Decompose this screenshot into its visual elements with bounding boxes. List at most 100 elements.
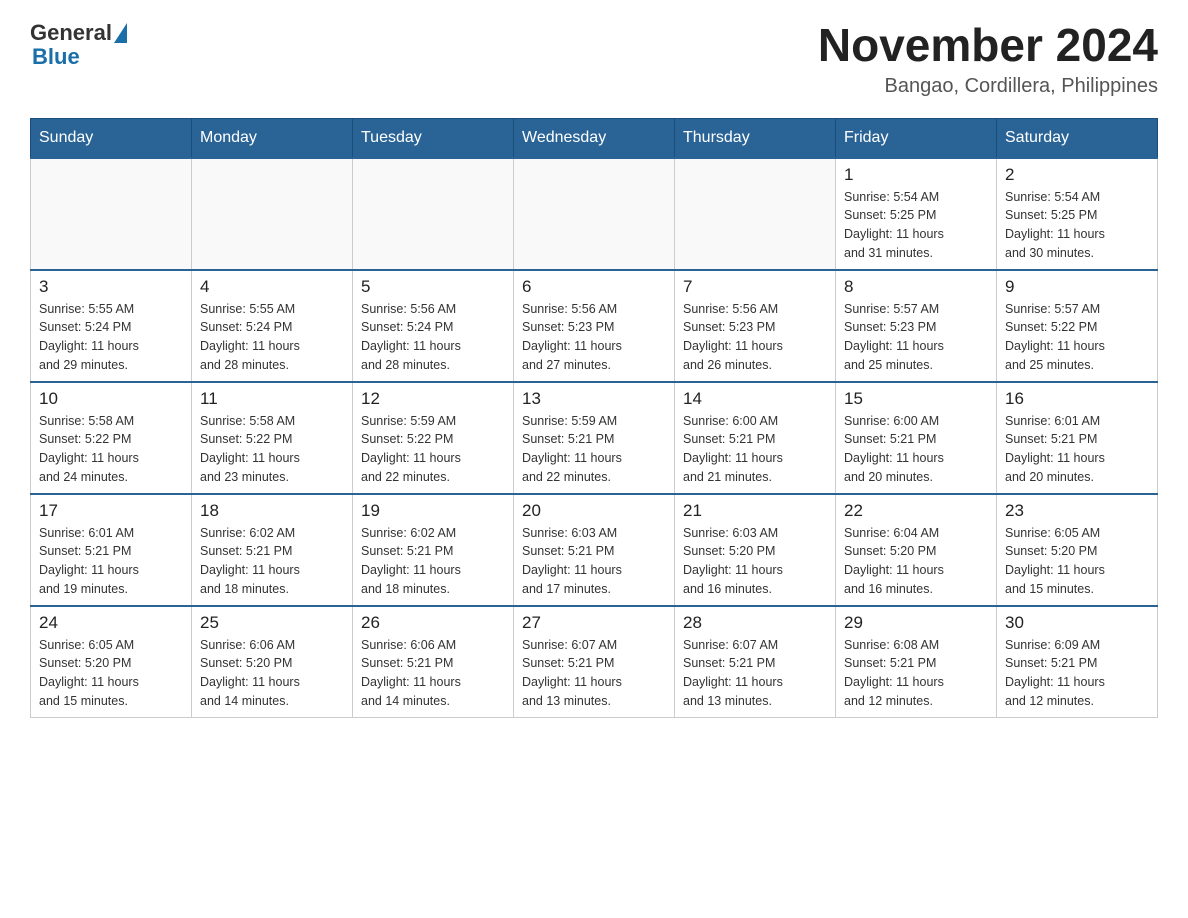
day-number: 16 [1005,389,1149,409]
day-number: 2 [1005,165,1149,185]
logo: General Blue [30,20,127,70]
day-info: Sunrise: 5:55 AM Sunset: 5:24 PM Dayligh… [39,300,183,375]
day-number: 20 [522,501,666,521]
day-info: Sunrise: 5:58 AM Sunset: 5:22 PM Dayligh… [200,412,344,487]
day-info: Sunrise: 6:03 AM Sunset: 5:20 PM Dayligh… [683,524,827,599]
day-info: Sunrise: 5:54 AM Sunset: 5:25 PM Dayligh… [1005,188,1149,263]
calendar-week-row: 3 Sunrise: 5:55 AM Sunset: 5:24 PM Daylig… [31,270,1158,382]
calendar-day-cell [192,158,353,270]
day-info: Sunrise: 5:54 AM Sunset: 5:25 PM Dayligh… [844,188,988,263]
day-number: 25 [200,613,344,633]
calendar-day-cell [675,158,836,270]
day-info: Sunrise: 6:07 AM Sunset: 5:21 PM Dayligh… [683,636,827,711]
page-header: General Blue November 2024 Bangao, Cordi… [30,20,1158,98]
day-number: 10 [39,389,183,409]
day-number: 5 [361,277,505,297]
day-info: Sunrise: 6:00 AM Sunset: 5:21 PM Dayligh… [844,412,988,487]
calendar-day-cell: 16Sunrise: 6:01 AM Sunset: 5:21 PM Dayli… [997,382,1158,494]
calendar-week-row: 10 Sunrise: 5:58 AM Sunset: 5:22 PM Dayli… [31,382,1158,494]
calendar-day-cell: 3 Sunrise: 5:55 AM Sunset: 5:24 PM Daylig… [31,270,192,382]
calendar-day-cell: 17 Sunrise: 6:01 AM Sunset: 5:21 PM Dayli… [31,494,192,606]
calendar-day-cell: 19 Sunrise: 6:02 AM Sunset: 5:21 PM Dayli… [353,494,514,606]
calendar-day-header: Friday [836,118,997,158]
calendar-day-cell [514,158,675,270]
day-number: 22 [844,501,988,521]
day-info: Sunrise: 5:56 AM Sunset: 5:24 PM Dayligh… [361,300,505,375]
day-number: 7 [683,277,827,297]
day-number: 17 [39,501,183,521]
calendar-day-cell: 23 Sunrise: 6:05 AM Sunset: 5:20 PM Dayli… [997,494,1158,606]
day-info: Sunrise: 5:55 AM Sunset: 5:24 PM Dayligh… [200,300,344,375]
calendar-day-cell: 9 Sunrise: 5:57 AM Sunset: 5:22 PM Daylig… [997,270,1158,382]
calendar-day-cell: 28 Sunrise: 6:07 AM Sunset: 5:21 PM Dayli… [675,606,836,718]
calendar-day-cell: 30 Sunrise: 6:09 AM Sunset: 5:21 PM Dayli… [997,606,1158,718]
calendar-day-header: Thursday [675,118,836,158]
day-number: 24 [39,613,183,633]
day-info: Sunrise: 6:03 AM Sunset: 5:21 PM Dayligh… [522,524,666,599]
day-info: Sunrise: 6:06 AM Sunset: 5:21 PM Dayligh… [361,636,505,711]
day-info: Sunrise: 6:04 AM Sunset: 5:20 PM Dayligh… [844,524,988,599]
calendar-week-row: 24 Sunrise: 6:05 AM Sunset: 5:20 PM Dayli… [31,606,1158,718]
calendar-day-cell: 24 Sunrise: 6:05 AM Sunset: 5:20 PM Dayli… [31,606,192,718]
calendar-day-header: Tuesday [353,118,514,158]
day-info: Sunrise: 6:08 AM Sunset: 5:21 PM Dayligh… [844,636,988,711]
calendar-day-cell: 10 Sunrise: 5:58 AM Sunset: 5:22 PM Dayli… [31,382,192,494]
day-number: 26 [361,613,505,633]
day-info: Sunrise: 5:58 AM Sunset: 5:22 PM Dayligh… [39,412,183,487]
logo-blue-text: Blue [32,44,80,70]
day-number: 11 [200,389,344,409]
day-info: Sunrise: 6:01 AM Sunset: 5:21 PM Dayligh… [39,524,183,599]
day-info: Sunrise: 6:02 AM Sunset: 5:21 PM Dayligh… [200,524,344,599]
day-number: 23 [1005,501,1149,521]
calendar-day-cell: 18 Sunrise: 6:02 AM Sunset: 5:21 PM Dayli… [192,494,353,606]
day-info: Sunrise: 5:59 AM Sunset: 5:21 PM Dayligh… [522,412,666,487]
calendar-header-row: SundayMondayTuesdayWednesdayThursdayFrid… [31,118,1158,158]
calendar-day-cell: 4 Sunrise: 5:55 AM Sunset: 5:24 PM Daylig… [192,270,353,382]
day-number: 13 [522,389,666,409]
day-info: Sunrise: 5:56 AM Sunset: 5:23 PM Dayligh… [522,300,666,375]
day-number: 9 [1005,277,1149,297]
day-info: Sunrise: 5:57 AM Sunset: 5:23 PM Dayligh… [844,300,988,375]
calendar-day-cell: 25 Sunrise: 6:06 AM Sunset: 5:20 PM Dayli… [192,606,353,718]
main-title: November 2024 [818,20,1158,71]
calendar-day-cell: 12Sunrise: 5:59 AM Sunset: 5:22 PM Dayli… [353,382,514,494]
day-info: Sunrise: 5:57 AM Sunset: 5:22 PM Dayligh… [1005,300,1149,375]
calendar-day-cell: 5 Sunrise: 5:56 AM Sunset: 5:24 PM Daylig… [353,270,514,382]
day-info: Sunrise: 5:59 AM Sunset: 5:22 PM Dayligh… [361,412,505,487]
calendar-day-cell: 15 Sunrise: 6:00 AM Sunset: 5:21 PM Dayli… [836,382,997,494]
calendar-day-cell: 2 Sunrise: 5:54 AM Sunset: 5:25 PM Daylig… [997,158,1158,270]
day-number: 18 [200,501,344,521]
calendar-week-row: 1Sunrise: 5:54 AM Sunset: 5:25 PM Daylig… [31,158,1158,270]
day-info: Sunrise: 6:02 AM Sunset: 5:21 PM Dayligh… [361,524,505,599]
calendar-day-cell: 8Sunrise: 5:57 AM Sunset: 5:23 PM Daylig… [836,270,997,382]
day-info: Sunrise: 6:05 AM Sunset: 5:20 PM Dayligh… [39,636,183,711]
title-area: November 2024 Bangao, Cordillera, Philip… [818,20,1158,98]
calendar-day-cell: 13 Sunrise: 5:59 AM Sunset: 5:21 PM Dayli… [514,382,675,494]
day-number: 4 [200,277,344,297]
calendar-day-header: Monday [192,118,353,158]
day-number: 29 [844,613,988,633]
day-info: Sunrise: 6:07 AM Sunset: 5:21 PM Dayligh… [522,636,666,711]
day-info: Sunrise: 6:09 AM Sunset: 5:21 PM Dayligh… [1005,636,1149,711]
day-info: Sunrise: 5:56 AM Sunset: 5:23 PM Dayligh… [683,300,827,375]
calendar-table: SundayMondayTuesdayWednesdayThursdayFrid… [30,118,1158,718]
day-number: 14 [683,389,827,409]
logo-general-text: General [30,20,112,46]
day-info: Sunrise: 6:06 AM Sunset: 5:20 PM Dayligh… [200,636,344,711]
day-number: 30 [1005,613,1149,633]
calendar-week-row: 17 Sunrise: 6:01 AM Sunset: 5:21 PM Dayli… [31,494,1158,606]
day-number: 19 [361,501,505,521]
calendar-day-cell: 21 Sunrise: 6:03 AM Sunset: 5:20 PM Dayli… [675,494,836,606]
day-number: 15 [844,389,988,409]
day-number: 28 [683,613,827,633]
calendar-day-cell: 29 Sunrise: 6:08 AM Sunset: 5:21 PM Dayli… [836,606,997,718]
day-info: Sunrise: 6:05 AM Sunset: 5:20 PM Dayligh… [1005,524,1149,599]
calendar-day-cell: 1Sunrise: 5:54 AM Sunset: 5:25 PM Daylig… [836,158,997,270]
calendar-day-cell: 26 Sunrise: 6:06 AM Sunset: 5:21 PM Dayli… [353,606,514,718]
day-number: 27 [522,613,666,633]
day-number: 21 [683,501,827,521]
calendar-day-cell: 14Sunrise: 6:00 AM Sunset: 5:21 PM Dayli… [675,382,836,494]
day-number: 3 [39,277,183,297]
calendar-day-cell [353,158,514,270]
calendar-day-header: Saturday [997,118,1158,158]
